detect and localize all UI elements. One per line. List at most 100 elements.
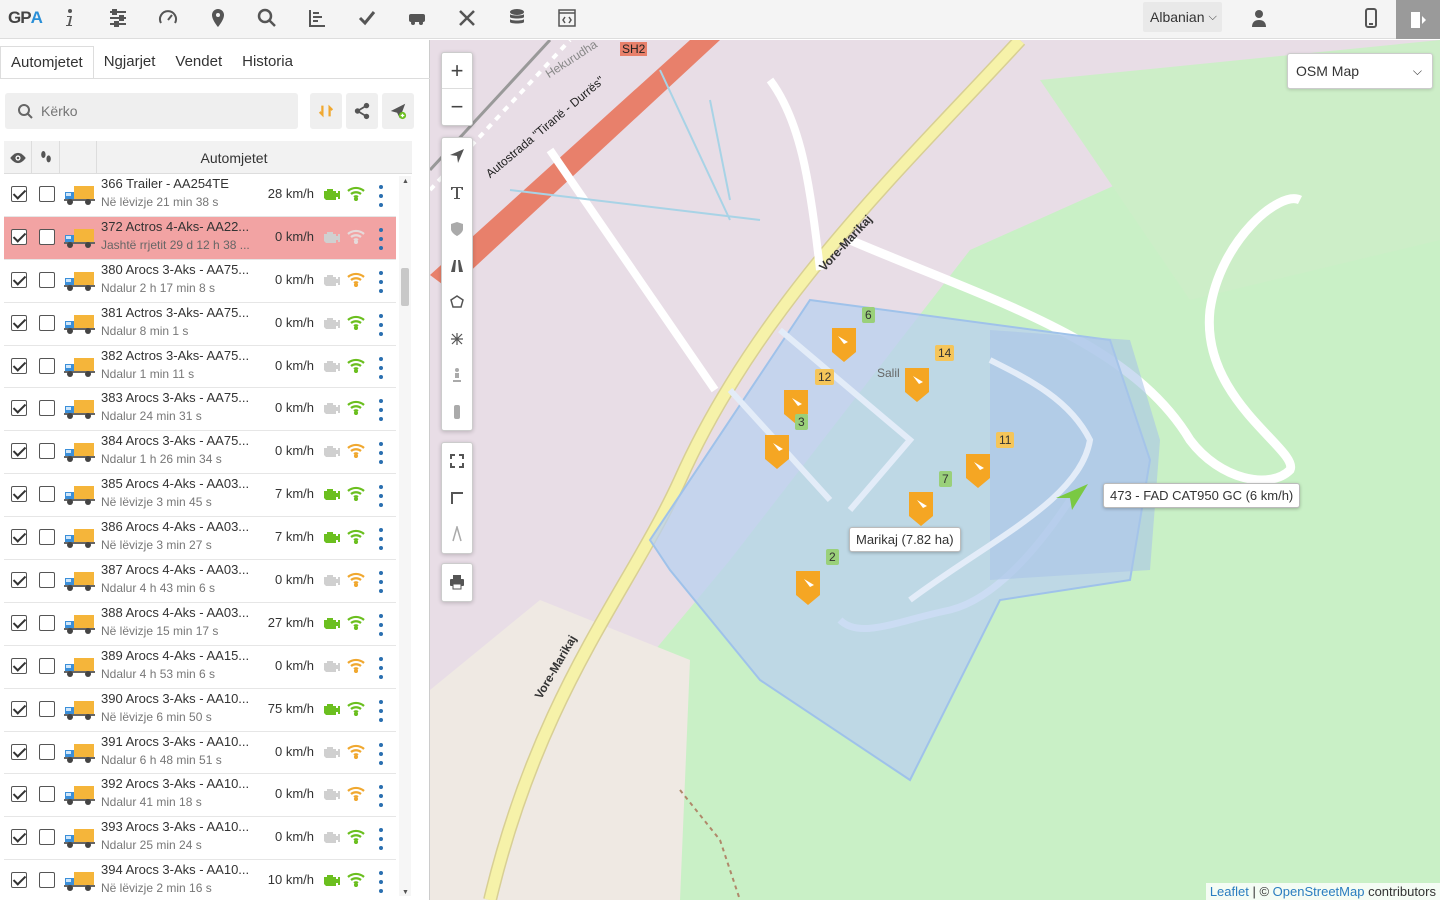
row-menu-icon[interactable] — [378, 785, 384, 808]
row-menu-icon[interactable] — [378, 185, 384, 207]
chart-icon[interactable] — [302, 4, 332, 32]
row-menu-icon[interactable] — [378, 613, 384, 636]
logo[interactable]: GPA — [8, 8, 43, 28]
vehicle-row[interactable]: 390 Arocs 3-Aks - AA10... Në lëvizje 6 mi… — [4, 689, 396, 732]
row-menu-icon[interactable] — [378, 356, 384, 379]
code-window-icon[interactable] — [552, 4, 582, 32]
follow-checkbox[interactable] — [39, 271, 55, 288]
vehicle-row[interactable]: 366 Trailer - AA254TE Në lëvizje 21 min 3… — [4, 174, 396, 217]
vehicle-row[interactable]: 383 Arocs 3-Aks - AA75... Ndalur 24 min 3… — [4, 388, 396, 432]
follow-checkbox[interactable] — [39, 657, 55, 674]
follow-checkbox[interactable] — [39, 529, 55, 546]
vehicle-row[interactable]: 392 Arocs 3-Aks - AA10... Ndalur 41 min 1… — [4, 774, 396, 818]
scroll-up-icon[interactable]: ▲ — [402, 178, 409, 185]
vehicle-row[interactable]: 372 Actros 4-Aks- AA22... Jashtë rrjetit … — [4, 216, 396, 260]
follow-checkbox[interactable] — [39, 228, 55, 245]
follow-checkbox[interactable] — [39, 743, 55, 760]
zoom-out-button[interactable]: − — [442, 89, 472, 125]
visibility-checkbox[interactable] — [11, 700, 27, 717]
send-location-button[interactable] — [382, 93, 414, 129]
language-select[interactable]: Albanian ⌵ — [1143, 2, 1222, 32]
follow-checkbox[interactable] — [39, 443, 55, 460]
tab-vendet[interactable]: Vendet — [165, 46, 232, 78]
speedometer-icon[interactable] — [153, 4, 183, 32]
follow-checkbox[interactable] — [39, 486, 55, 503]
vehicle-row[interactable]: 381 Actros 3-Aks- AA75... Ndalur 8 min 1 … — [4, 303, 396, 346]
visibility-checkbox[interactable] — [11, 314, 27, 331]
visibility-checkbox[interactable] — [11, 786, 27, 803]
row-menu-icon[interactable] — [378, 528, 384, 551]
visibility-checkbox[interactable] — [11, 357, 27, 374]
vehicles-column-title[interactable]: Automjetet — [99, 141, 369, 174]
sliders-icon[interactable] — [103, 4, 133, 32]
swap-button[interactable] — [310, 93, 342, 129]
follow-checkbox[interactable] — [39, 572, 55, 589]
follow-checkbox[interactable] — [39, 786, 55, 803]
leaflet-link[interactable]: Leaflet — [1210, 884, 1249, 899]
row-menu-icon[interactable] — [378, 742, 384, 765]
row-menu-icon[interactable] — [378, 227, 384, 250]
draw-traffic-button[interactable] — [442, 394, 472, 431]
vehicle-row[interactable]: 391 Arocs 3-Aks - AA10... Ndalur 6 h 48 m… — [4, 732, 396, 775]
row-menu-icon[interactable] — [378, 656, 384, 679]
follow-checkbox[interactable] — [39, 357, 55, 374]
row-menu-icon[interactable] — [378, 270, 384, 293]
fullscreen-button[interactable] — [442, 443, 472, 480]
cluster-badge[interactable]: 2 — [826, 549, 839, 565]
visibility-checkbox[interactable] — [11, 529, 27, 546]
cluster-badge[interactable]: 11 — [996, 432, 1015, 448]
vehicle-row[interactable]: 380 Arocs 3-Aks - AA75... Ndalur 2 h 17 m… — [4, 260, 396, 303]
visibility-checkbox[interactable] — [11, 572, 27, 589]
database-icon[interactable] — [502, 4, 532, 32]
measure-distance-button[interactable] — [442, 480, 472, 517]
follow-checkbox[interactable] — [39, 700, 55, 717]
follow-checkbox[interactable] — [39, 400, 55, 417]
visibility-checkbox[interactable] — [11, 400, 27, 417]
logout-button[interactable] — [1396, 0, 1440, 39]
draw-shield-button[interactable] — [442, 211, 472, 248]
visibility-column[interactable] — [4, 141, 32, 174]
vehicle-row[interactable]: 386 Arocs 4-Aks - AA03... Në lëvizje 3 mi… — [4, 517, 396, 561]
vehicle-row[interactable]: 393 Arocs 3-Aks - AA10... Ndalur 25 min 2… — [4, 817, 396, 861]
info-icon[interactable] — [54, 4, 84, 32]
follow-checkbox[interactable] — [39, 872, 55, 889]
scroll-down-icon[interactable]: ▼ — [402, 889, 409, 896]
cluster-badge[interactable]: 14 — [935, 345, 955, 361]
draw-text-button[interactable] — [442, 175, 472, 212]
visibility-checkbox[interactable] — [11, 486, 27, 503]
search-input[interactable] — [41, 103, 281, 119]
row-menu-icon[interactable] — [378, 485, 384, 508]
row-menu-icon[interactable] — [378, 871, 384, 894]
draw-polygon-button[interactable] — [442, 284, 472, 321]
vehicle-row[interactable]: 384 Arocs 3-Aks - AA75... Ndalur 1 h 26 m… — [4, 431, 396, 475]
follow-column[interactable] — [32, 141, 60, 174]
visibility-checkbox[interactable] — [11, 872, 27, 889]
row-menu-icon[interactable] — [378, 828, 384, 851]
search-icon[interactable] — [252, 4, 282, 32]
follow-checkbox[interactable] — [39, 314, 55, 331]
cluster-badge[interactable]: 6 — [862, 307, 875, 323]
vehicle-row[interactable]: 387 Arocs 4-Aks - AA03... Ndalur 4 h 43 m… — [4, 560, 396, 603]
vehicle-list-scrollbar[interactable]: ▲ ▼ — [399, 176, 411, 896]
visibility-checkbox[interactable] — [11, 443, 27, 460]
map-layer-select[interactable]: OSM Map ⌵ — [1287, 53, 1433, 89]
print-button[interactable] — [442, 564, 472, 601]
row-menu-icon[interactable] — [378, 313, 384, 336]
vehicle-icon[interactable] — [402, 4, 432, 32]
vehicle-row[interactable]: 394 Arocs 3-Aks - AA10... Në lëvizje 2 mi… — [4, 860, 396, 900]
follow-checkbox[interactable] — [39, 186, 55, 202]
share-button[interactable] — [346, 93, 378, 129]
tools-icon[interactable] — [452, 4, 482, 32]
tab-automjetet[interactable]: Automjetet — [0, 46, 94, 78]
row-menu-icon[interactable] — [378, 442, 384, 465]
vehicle-row[interactable]: 388 Arocs 4-Aks - AA03... Në lëvizje 15 m… — [4, 603, 396, 646]
vehicle-row[interactable]: 385 Arocs 4-Aks - AA03... Në lëvizje 3 mi… — [4, 474, 396, 518]
cluster-badge[interactable]: 3 — [795, 414, 808, 430]
check-icon[interactable] — [352, 4, 382, 32]
cluster-badge[interactable]: 12 — [815, 369, 835, 385]
cluster-badge[interactable]: 7 — [939, 471, 952, 487]
scroll-thumb[interactable] — [401, 268, 409, 306]
visibility-checkbox[interactable] — [11, 186, 27, 202]
draw-road-button[interactable] — [442, 248, 472, 285]
osm-link[interactable]: OpenStreetMap — [1273, 884, 1365, 899]
